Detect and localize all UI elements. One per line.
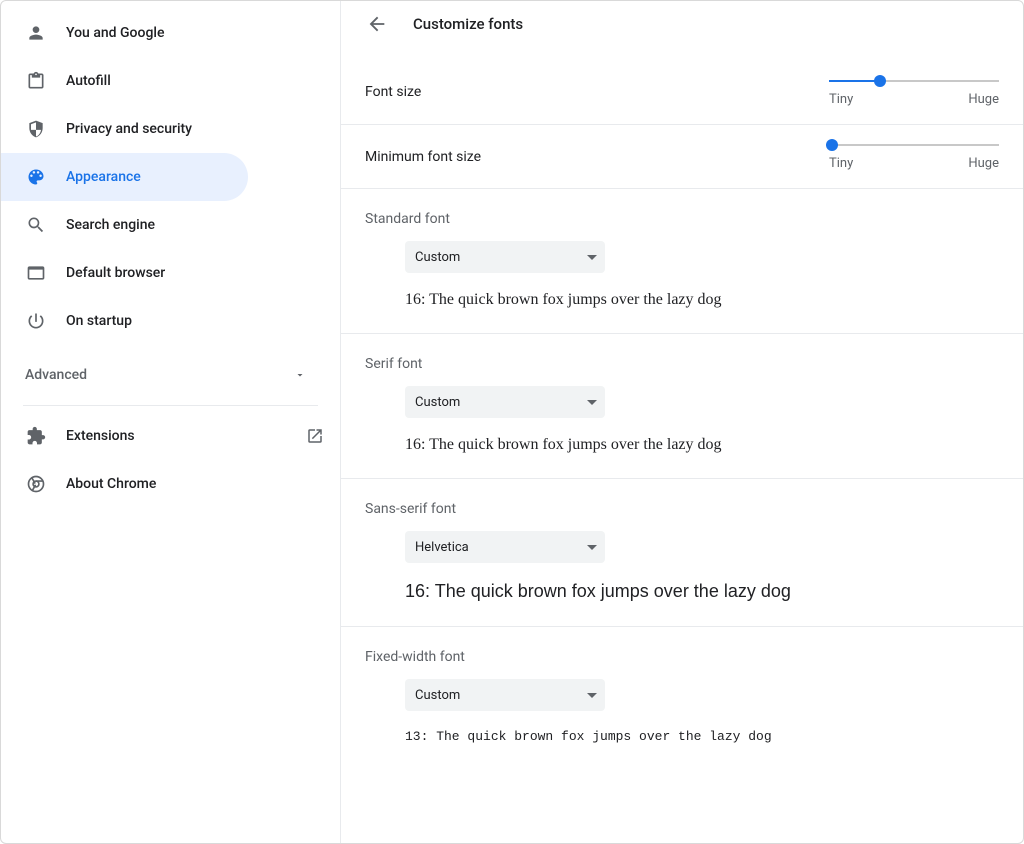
- sidebar-item-on-startup[interactable]: On startup: [1, 297, 248, 345]
- settings-sidebar: You and Google Autofill Privacy and secu…: [1, 1, 341, 843]
- chevron-down-icon: [587, 400, 597, 405]
- standard-font-dropdown[interactable]: Custom: [405, 241, 605, 273]
- slider-max-label: Huge: [968, 156, 999, 171]
- sidebar-item-default-browser[interactable]: Default browser: [1, 249, 248, 297]
- section-label: Fixed-width font: [365, 649, 999, 665]
- sidebar-link-extensions[interactable]: Extensions: [1, 412, 340, 460]
- section-label: Sans-serif font: [365, 501, 999, 517]
- section-label: Serif font: [365, 356, 999, 372]
- section-sans-serif-font: Sans-serif font Helvetica 16: The quick …: [341, 478, 1023, 626]
- dropdown-value: Custom: [415, 688, 460, 703]
- sidebar-link-label: About Chrome: [66, 476, 340, 492]
- settings-rows: Font size Tiny Huge Minimum font size: [341, 60, 1023, 843]
- serif-font-sample: 16: The quick brown fox jumps over the l…: [405, 436, 999, 454]
- dropdown-value: Helvetica: [415, 540, 469, 555]
- sidebar-item-you-and-google[interactable]: You and Google: [1, 9, 248, 57]
- serif-font-dropdown[interactable]: Custom: [405, 386, 605, 418]
- advanced-toggle[interactable]: Advanced: [1, 351, 340, 399]
- advanced-label: Advanced: [25, 367, 87, 383]
- chevron-down-icon: [294, 369, 306, 381]
- section-serif-font: Serif font Custom 16: The quick brown fo…: [341, 333, 1023, 478]
- dropdown-value: Custom: [415, 395, 460, 410]
- row-min-font-size: Minimum font size Tiny Huge: [341, 124, 1023, 188]
- sidebar-item-label: Appearance: [66, 169, 248, 185]
- chrome-icon: [26, 474, 46, 494]
- standard-font-sample: 16: The quick brown fox jumps over the l…: [405, 291, 999, 309]
- chevron-down-icon: [587, 255, 597, 260]
- row-label: Font size: [365, 84, 829, 100]
- section-fixed-width-font: Fixed-width font Custom 13: The quick br…: [341, 626, 1023, 768]
- font-size-slider[interactable]: Tiny Huge: [829, 78, 999, 107]
- sidebar-link-about[interactable]: About Chrome: [1, 460, 340, 508]
- chevron-down-icon: [587, 545, 597, 550]
- min-font-size-slider[interactable]: Tiny Huge: [829, 142, 999, 171]
- palette-icon: [26, 167, 46, 187]
- chevron-down-icon: [587, 693, 597, 698]
- sidebar-item-autofill[interactable]: Autofill: [1, 57, 248, 105]
- sidebar-item-label: Autofill: [66, 73, 248, 89]
- sidebar-item-appearance[interactable]: Appearance: [1, 153, 248, 201]
- fixed-width-font-dropdown[interactable]: Custom: [405, 679, 605, 711]
- main-header: Customize fonts: [341, 1, 1023, 60]
- page-title: Customize fonts: [413, 15, 523, 33]
- back-button[interactable]: [365, 12, 389, 36]
- sidebar-item-label: You and Google: [66, 25, 248, 41]
- slider-min-label: Tiny: [829, 92, 853, 107]
- shield-icon: [26, 119, 46, 139]
- sidebar-item-label: On startup: [66, 313, 248, 329]
- sidebar-item-privacy[interactable]: Privacy and security: [1, 105, 248, 153]
- person-icon: [26, 23, 46, 43]
- sidebar-link-label: Extensions: [66, 428, 286, 444]
- row-label: Minimum font size: [365, 149, 829, 165]
- nav-list: You and Google Autofill Privacy and secu…: [1, 9, 340, 345]
- section-standard-font: Standard font Custom 16: The quick brown…: [341, 188, 1023, 333]
- section-label: Standard font: [365, 211, 999, 227]
- external-link-icon: [306, 427, 324, 445]
- fixed-width-font-sample: 13: The quick brown fox jumps over the l…: [405, 729, 999, 744]
- main-panel: Customize fonts Font size Tiny Huge Mini…: [341, 1, 1023, 843]
- sans-serif-font-sample: 16: The quick brown fox jumps over the l…: [405, 581, 999, 602]
- search-icon: [26, 215, 46, 235]
- sidebar-item-label: Privacy and security: [66, 121, 248, 137]
- power-icon: [26, 311, 46, 331]
- slider-min-label: Tiny: [829, 156, 853, 171]
- extension-icon: [26, 426, 46, 446]
- clipboard-icon: [26, 71, 46, 91]
- sidebar-item-label: Default browser: [66, 265, 248, 281]
- sans-serif-font-dropdown[interactable]: Helvetica: [405, 531, 605, 563]
- slider-max-label: Huge: [968, 92, 999, 107]
- divider: [23, 405, 318, 406]
- row-font-size: Font size Tiny Huge: [341, 60, 1023, 124]
- browser-icon: [26, 263, 46, 283]
- sidebar-item-search-engine[interactable]: Search engine: [1, 201, 248, 249]
- dropdown-value: Custom: [415, 250, 460, 265]
- sidebar-item-label: Search engine: [66, 217, 248, 233]
